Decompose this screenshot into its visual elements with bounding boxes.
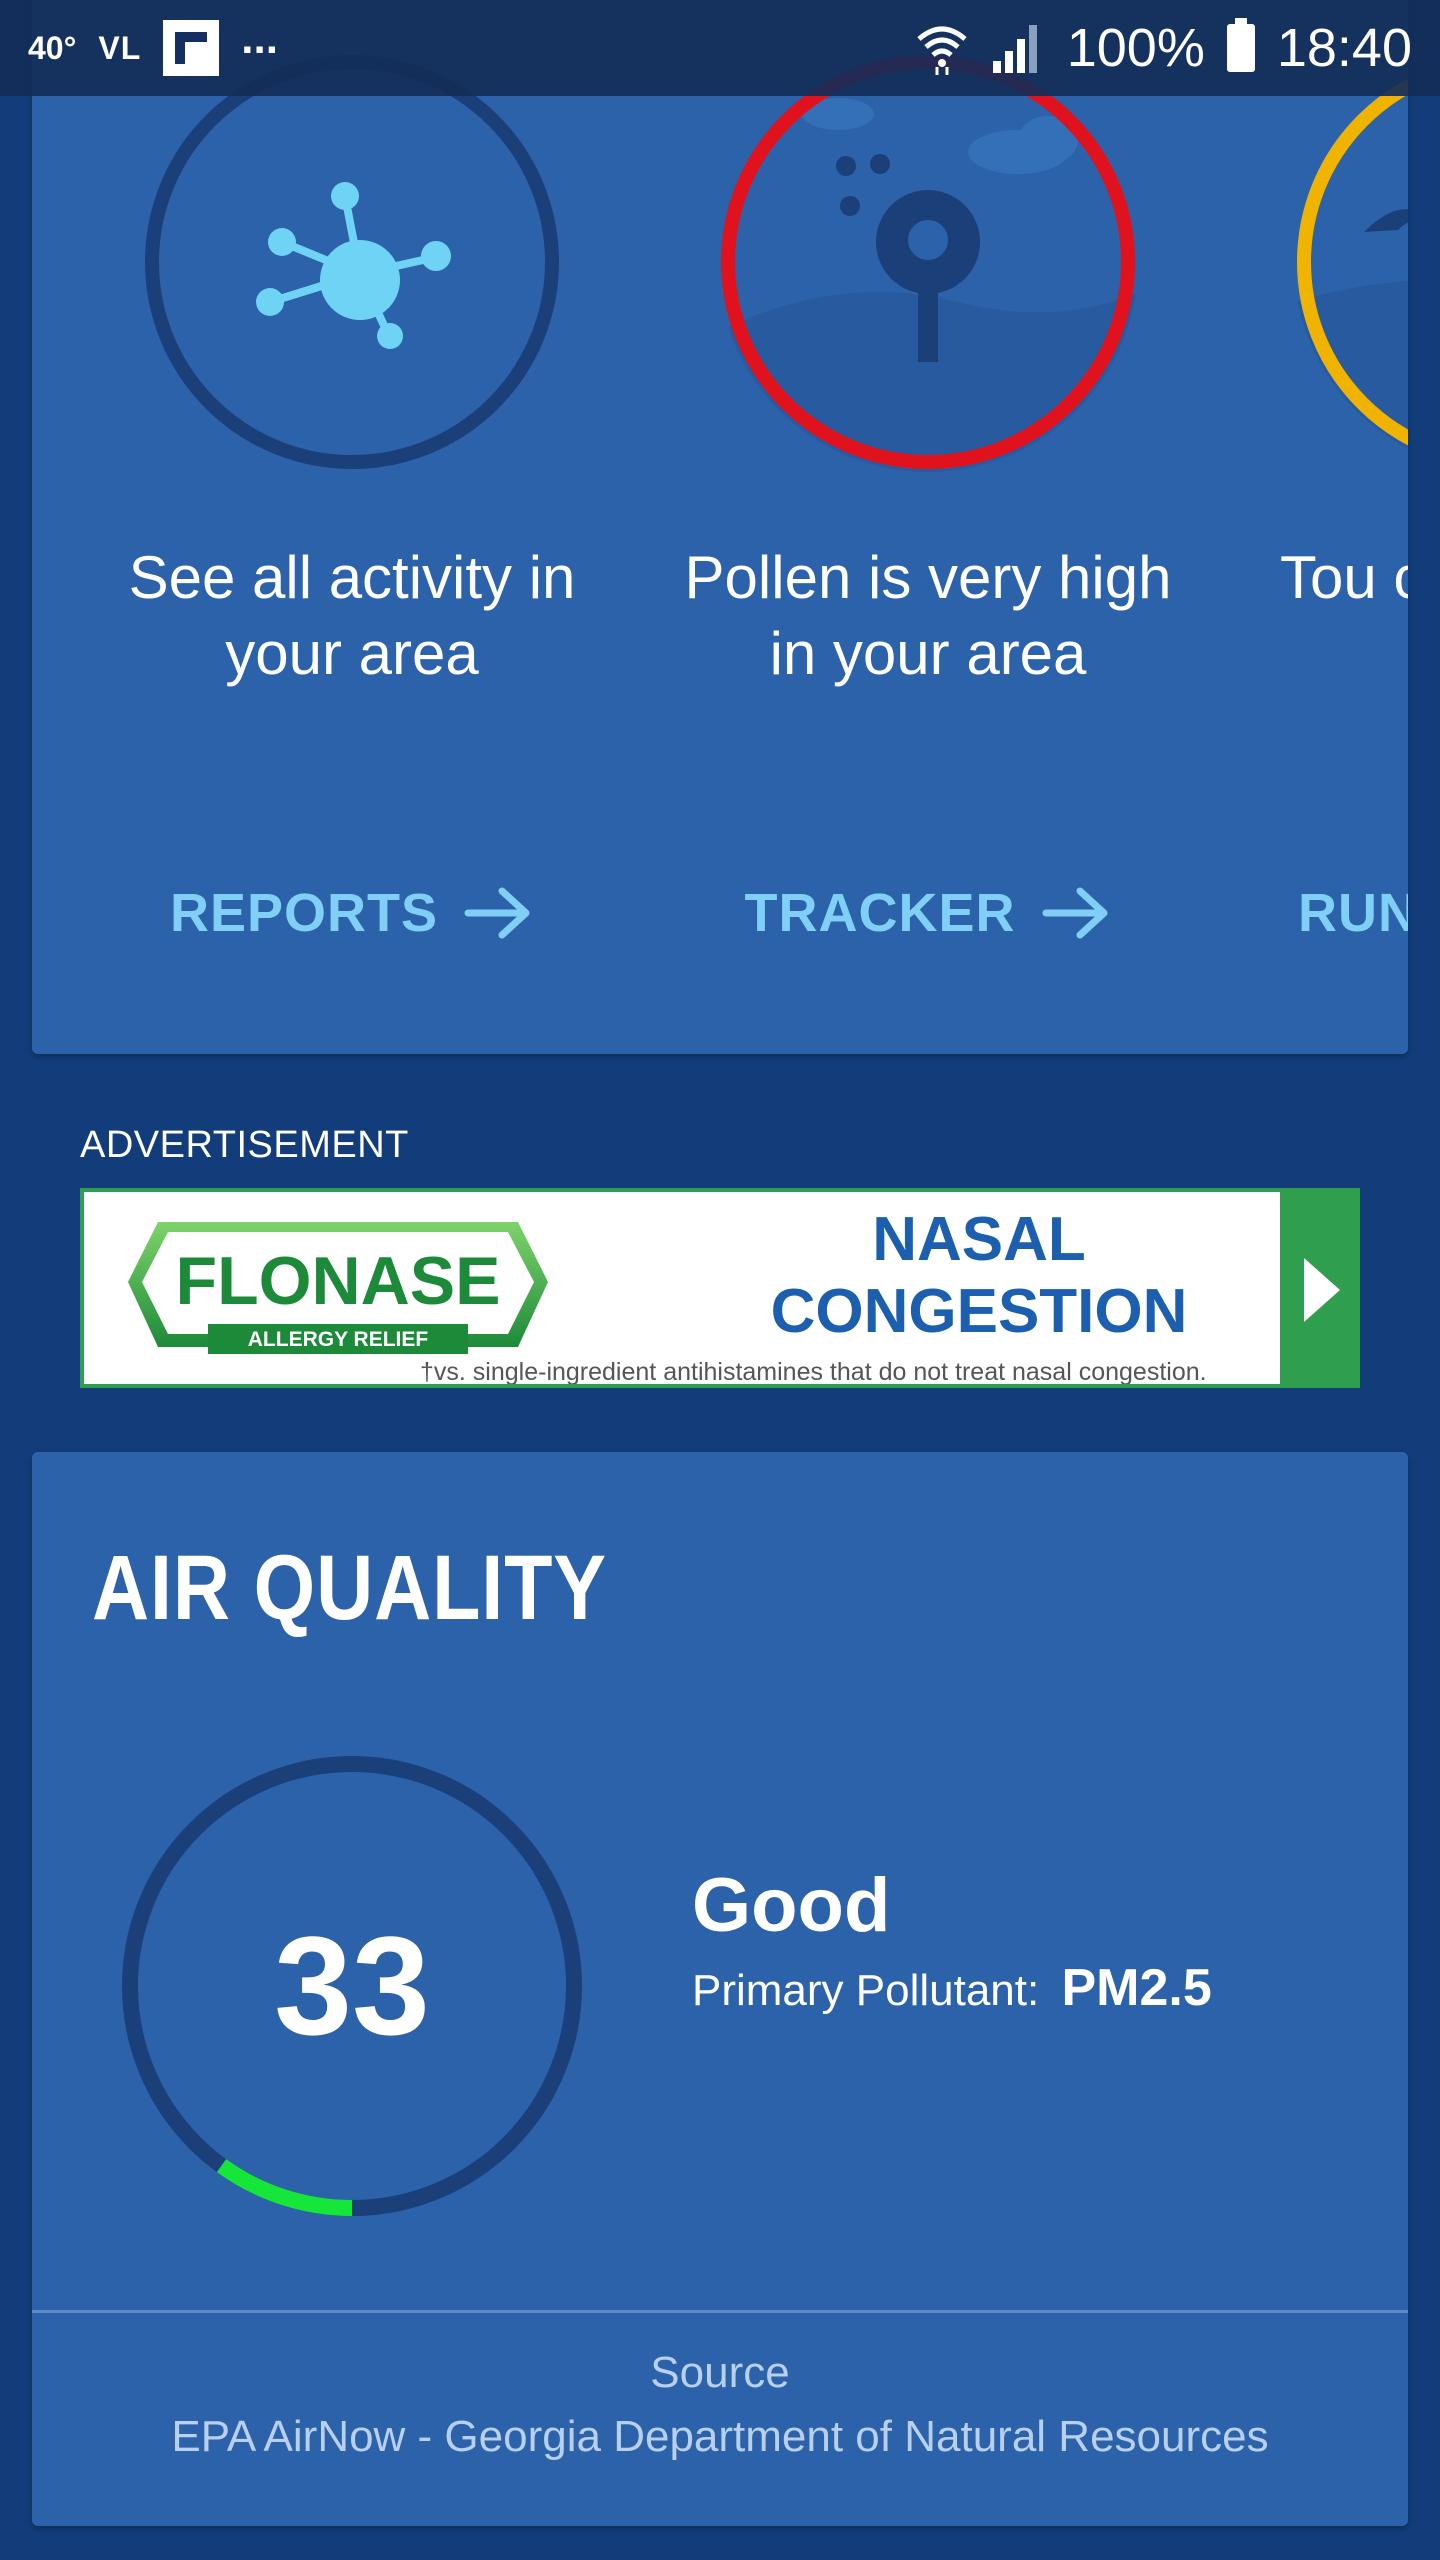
carousel-item-reports[interactable]: See all activity in your area REPORTS [92,0,612,1054]
run-link-label: RUN T [1298,883,1408,943]
carousel-item-text: See all activity in your area [128,544,576,687]
status-bar: 40° VL ... 100% 18:40 [0,0,1440,96]
ad-headline-line1: NASAL [872,1205,1086,1274]
status-bar-left: 40° VL ... [28,14,278,76]
carousel-item-tracker[interactable]: Pollen is very high in your area TRACKER [668,0,1188,1054]
flonase-brand: FLONASE [176,1243,501,1319]
status-time: 18:40 [1276,18,1412,78]
wifi-icon [917,26,967,75]
arrow-right-icon [1042,887,1107,939]
ad-arrow-button[interactable] [1280,1192,1356,1384]
advertisement-label: ADVERTISEMENT [80,1124,409,1166]
cellular-signal-icon [992,25,1037,73]
advertisement-banner[interactable]: FLONASE ALLERGY RELIEF NASAL CONGESTION … [80,1188,1360,1388]
status-bar-right: 100% 18:40 [915,17,1412,79]
primary-pollutant: Primary Pollutant: PM2.5 [692,1958,1212,2018]
activity-ring [142,52,562,472]
ad-disclaimer: †vs. single-ingredient antihistamines th… [420,1358,1207,1386]
ad-headline: NASAL CONGESTION [664,1204,1294,1348]
flipboard-notification-icon [163,20,220,76]
status-temperature: 40° [28,29,77,66]
pollen-ring [718,52,1138,472]
divider [32,2310,1408,2313]
primary-pollutant-label: Primary Pollutant: [692,1966,1040,2015]
source-label: Source [650,2348,790,2397]
bird-landscape-icon [1364,209,1408,232]
status-carrier: VL [98,29,142,66]
aqi-value: 33 [274,1907,430,2064]
air-quality-title: AIR QUALITY [92,1537,607,1639]
carousel-item-text: Tou condi [1280,544,1408,611]
flonase-logo: FLONASE ALLERGY RELIEF [128,1222,548,1354]
battery-icon [1226,18,1255,72]
source-name[interactable]: EPA AirNow - Georgia Department of Natur… [32,2412,1408,2462]
ad-headline-line2: CONGESTION [770,1277,1188,1346]
flonase-sub: ALLERGY RELIEF [248,1328,429,1351]
outdoor-ring [1294,52,1408,472]
carousel-item-run[interactable]: Tou condi RUN T [1244,0,1408,1054]
arrow-right-icon [464,887,530,939]
tracker-link-label: TRACKER [744,883,1016,943]
run-link[interactable]: RUN T [1298,882,1408,944]
aqi-status: Good [692,1863,891,1948]
carousel-item-text: Pollen is very high in your area [684,544,1172,687]
reports-link[interactable]: REPORTS [92,882,612,944]
air-quality-card[interactable]: AIR QUALITY 33 Good Primary Pollutant: P… [32,1452,1408,2526]
virus-activity-icon [256,182,451,349]
tracker-link[interactable]: TRACKER [668,882,1188,944]
play-arrow-icon [1304,1258,1340,1322]
primary-pollutant-value: PM2.5 [1061,1959,1212,2017]
reports-link-label: REPORTS [169,883,439,943]
battery-percentage: 100% [1066,18,1205,78]
more-notifications-indicator: ... [241,14,278,63]
insights-carousel-card[interactable]: See all activity in your area REPORTS Po… [32,0,1408,1054]
